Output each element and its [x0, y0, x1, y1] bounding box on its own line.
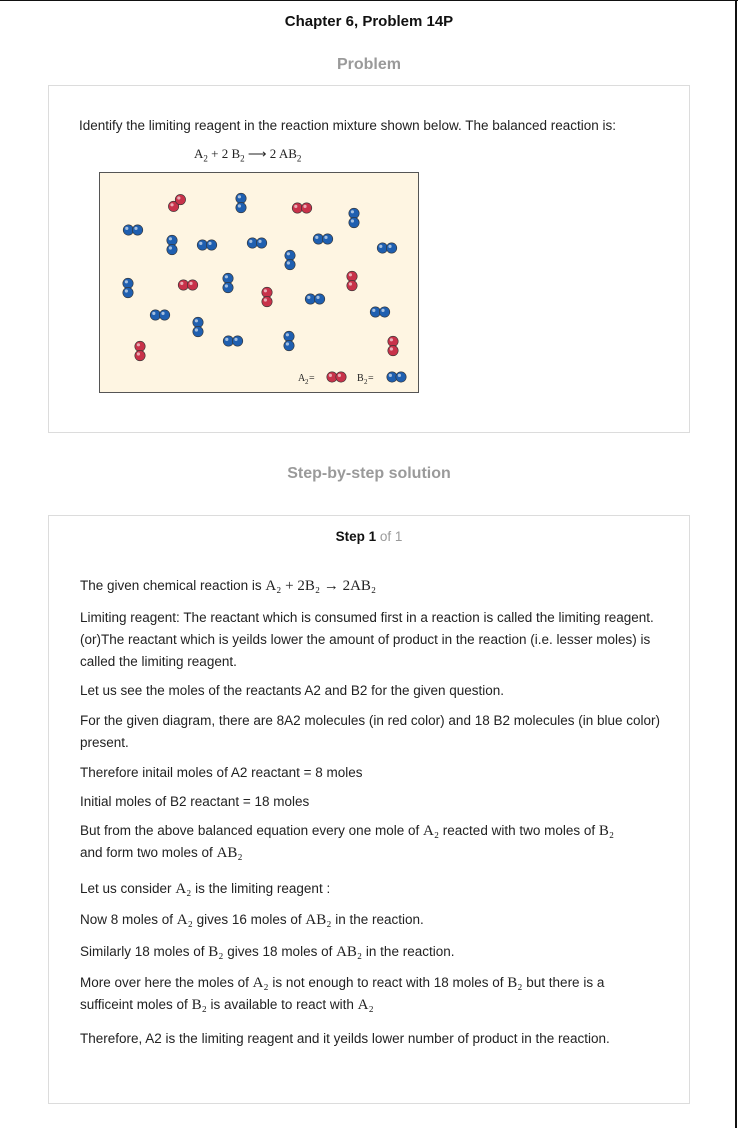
- solution-line-9: Now 8 moles of A₂ gives 16 moles of AB₂ …: [80, 912, 424, 928]
- balanced-equation: A2 + 2 B2 ⟶ 2 AB2: [194, 146, 302, 164]
- step-title: Step 1 of 1: [335, 529, 403, 544]
- reaction-mixture-diagram: A2 = B 2 =: [99, 172, 419, 393]
- solution-heading: Step-by-step solution: [287, 465, 451, 482]
- solution-card: Step 1 of 1 The given chemical reaction …: [48, 515, 690, 1104]
- solution-line-4: For the given diagram, there are 8A2 mol…: [80, 713, 661, 750]
- solution-line-1: The given chemical reaction is A₂ + 2B₂ …: [80, 578, 377, 594]
- solution-line-3: Let us see the moles of the reactants A2…: [80, 683, 505, 698]
- problem-heading: Problem: [336, 56, 401, 73]
- page-title: Chapter 6, Problem 14P: [284, 13, 454, 30]
- right-border: [735, 0, 737, 1128]
- legend-b2-label: B: [357, 373, 364, 384]
- solution-line-12: Therefore, A2 is the limiting reagent an…: [80, 1031, 610, 1046]
- legend-b2-eq: =: [368, 373, 374, 384]
- problem-card: Identify the limiting reagent in the rea…: [48, 85, 690, 433]
- solution-line-5: Therefore initail moles of A2 reactant =…: [80, 765, 363, 780]
- molecule-illustration: A2 = B 2 =: [122, 192, 407, 386]
- solution-line-8: Let us consider A₂ is the limiting reage…: [80, 881, 331, 897]
- solution-line-10: Similarly 18 moles of B₂ gives 18 moles …: [80, 944, 455, 960]
- legend-a2-eq: =: [309, 373, 315, 384]
- solution-line-2: Limiting reagent: The reactant which is …: [80, 610, 654, 669]
- solution-line-11: More over here the moles of A₂ is not en…: [80, 975, 605, 1013]
- top-border: [0, 0, 738, 1]
- solution-line-6: Initial moles of B2 reactant = 18 moles: [80, 794, 310, 809]
- problem-text: Identify the limiting reagent in the rea…: [79, 118, 617, 133]
- solution-line-7: But from the above balanced equation eve…: [80, 823, 615, 861]
